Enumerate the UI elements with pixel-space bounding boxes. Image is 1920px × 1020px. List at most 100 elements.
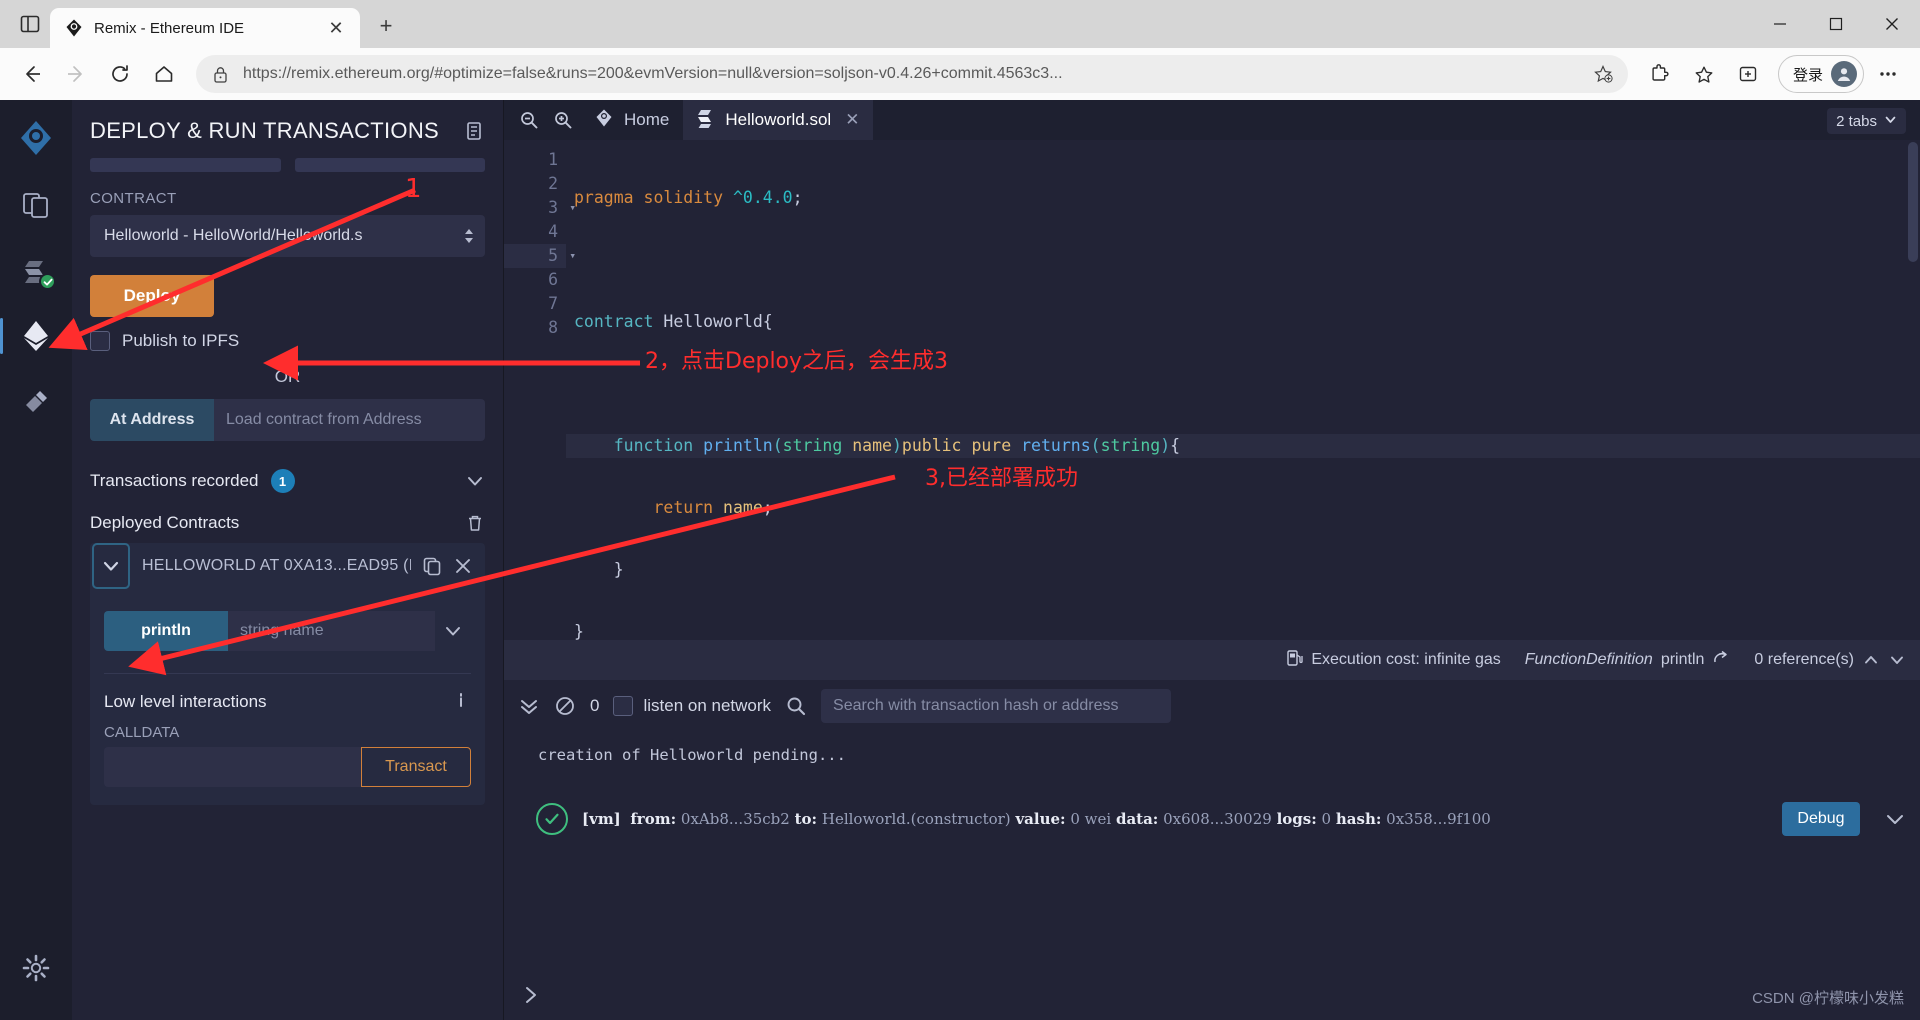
listen-on-network-checkbox[interactable] <box>613 696 634 716</box>
tx-val-logs: 0 <box>1321 810 1332 828</box>
save-to-collections-icon[interactable] <box>1586 57 1620 91</box>
copy-icon[interactable] <box>421 555 443 577</box>
editor-scrollbar[interactable] <box>1906 140 1920 640</box>
line-number: 3 ▾ <box>504 196 576 220</box>
calldata-label: CALLDATA <box>104 724 180 741</box>
code-content[interactable]: pragma solidity ^0.4.0; contract Hellowo… <box>566 140 1920 640</box>
deployed-contracts-header: Deployed Contracts <box>90 507 485 543</box>
function-arg-input[interactable]: string name <box>228 611 435 651</box>
transact-button[interactable]: Transact <box>361 747 471 787</box>
transactions-recorded-label: Transactions recorded <box>90 471 259 490</box>
code-editor[interactable]: 1 2 3 ▾ 4 5 ▾ 6 7 8 pragma solidity ^0.4.0… <box>504 140 1920 640</box>
editor-tab-label: Home <box>624 110 670 129</box>
zoom-out-icon[interactable] <box>512 103 546 137</box>
signin-button[interactable]: 登录 <box>1777 55 1864 93</box>
terminal-search-input[interactable]: Search with transaction hash or address <box>821 689 1172 723</box>
chevron-down-icon[interactable] <box>435 611 471 651</box>
goto-icon[interactable] <box>1712 649 1730 672</box>
definition-kind: FunctionDefinition <box>1524 651 1653 668</box>
editor-tab-bar: Home Helloworld.sol ✕ 2 tabs <box>504 100 1920 140</box>
top-fields-row <box>90 158 485 172</box>
editor-tab-helloworld[interactable]: Helloworld.sol ✕ <box>683 100 874 140</box>
terminal-pending-message: creation of Helloworld pending... <box>538 746 846 764</box>
contract-select-value: Helloworld - HelloWorld/Helloworld.s <box>104 227 363 244</box>
debug-button[interactable]: Debug <box>1782 802 1860 836</box>
search-icon[interactable] <box>785 695 807 717</box>
close-icon[interactable]: ✕ <box>845 110 859 130</box>
tx-key-hash: hash: <box>1335 810 1382 828</box>
fold-icon[interactable]: ▾ <box>569 196 576 220</box>
stepper-icon[interactable] <box>463 227 475 245</box>
references-text: 0 reference(s) <box>1754 651 1854 668</box>
back-arrow-icon[interactable] <box>12 54 52 94</box>
editor-tab-home[interactable]: Home <box>580 100 683 140</box>
execution-cost-item: Execution cost: infinite gas <box>1286 648 1501 672</box>
zoom-in-icon[interactable] <box>546 103 580 137</box>
line-number: 7 <box>548 294 558 313</box>
terminal-panel: 0 listen on network Search with transact… <box>504 680 1920 1020</box>
file-explorer-icon[interactable] <box>8 176 64 232</box>
deployed-contract-row[interactable]: HELLOWORLD AT 0XA13...EAD95 (I <box>90 543 485 589</box>
solidity-compiler-icon[interactable] <box>8 242 64 298</box>
close-window-button[interactable] <box>1864 0 1920 48</box>
listen-on-network-row[interactable]: listen on network <box>613 696 771 716</box>
double-chevron-down-icon[interactable] <box>518 695 540 717</box>
more-options-icon[interactable] <box>1868 54 1908 94</box>
url-text: https://remix.ethereum.org/#optimize=fal… <box>243 65 1063 82</box>
browser-toolbar: https://remix.ethereum.org/#optimize=fal… <box>0 48 1920 100</box>
no-entry-icon[interactable] <box>554 695 576 717</box>
calldata-input[interactable] <box>104 747 361 787</box>
at-address-button[interactable]: At Address <box>90 399 214 441</box>
tx-key-logs: logs: <box>1276 810 1317 828</box>
terminal-transaction-row[interactable]: [vm] from: 0xAb8...35cb2 to: Helloworld.… <box>504 802 1920 836</box>
tx-key-to: to: <box>794 810 818 828</box>
chevron-down-icon[interactable] <box>92 543 130 589</box>
terminal-footer: CSDN @柠檬味小发糕 <box>504 974 1920 1020</box>
tab-list-icon[interactable] <box>10 4 50 44</box>
plugin-manager-icon[interactable] <box>8 374 64 430</box>
home-icon[interactable] <box>144 54 184 94</box>
chevron-right-icon[interactable] <box>520 984 542 1011</box>
tabs-count-dropdown[interactable]: 2 tabs <box>1827 108 1906 134</box>
tx-key-from: from: <box>630 810 677 828</box>
chevron-down-icon[interactable] <box>1884 808 1906 830</box>
function-println-button[interactable]: println <box>104 611 228 651</box>
account-field-placeholder[interactable] <box>294 158 485 172</box>
minimize-button[interactable] <box>1752 0 1808 48</box>
chevron-down-icon[interactable] <box>1888 651 1906 669</box>
deploy-run-icon[interactable] <box>0 308 64 364</box>
collections-icon[interactable] <box>1728 54 1768 94</box>
environment-field-placeholder[interactable] <box>90 158 281 172</box>
maximize-button[interactable] <box>1808 0 1864 48</box>
info-icon[interactable] <box>451 690 471 714</box>
signin-label: 登录 <box>1792 66 1823 84</box>
user-avatar-icon <box>1831 61 1857 87</box>
tx-vm-tag: [vm] <box>582 810 621 828</box>
code-line: return name; <box>653 498 773 517</box>
browser-tab[interactable]: Remix - Ethereum IDE ✕ <box>50 8 360 48</box>
terminal-transaction-text: [vm] from: 0xAb8...35cb2 to: Helloworld.… <box>582 810 1768 828</box>
chevron-up-icon[interactable] <box>1862 651 1880 669</box>
reload-icon[interactable] <box>100 54 140 94</box>
panel-doc-icon[interactable] <box>463 120 485 142</box>
trash-icon[interactable] <box>465 513 485 533</box>
transactions-recorded-row[interactable]: Transactions recorded 1 <box>90 461 485 507</box>
favorites-icon[interactable] <box>1684 54 1724 94</box>
publish-ipfs-checkbox[interactable] <box>90 331 110 351</box>
deploy-button[interactable]: Deploy <box>90 275 214 317</box>
at-address-input[interactable]: Load contract from Address <box>214 399 485 441</box>
new-tab-button[interactable]: + <box>370 10 402 42</box>
contract-select[interactable]: Helloworld - HelloWorld/Helloworld.s <box>90 215 485 257</box>
address-bar[interactable]: https://remix.ethereum.org/#optimize=fal… <box>196 55 1628 93</box>
close-icon[interactable] <box>453 556 473 576</box>
publish-ipfs-row[interactable]: Publish to IPFS <box>90 331 485 351</box>
chevron-down-icon <box>1884 113 1897 130</box>
remix-home-icon[interactable] <box>8 110 64 166</box>
settings-gear-icon[interactable] <box>8 940 64 996</box>
chevron-down-icon[interactable] <box>465 471 485 491</box>
fold-icon[interactable]: ▾ <box>569 244 576 268</box>
extensions-icon[interactable] <box>1640 54 1680 94</box>
close-icon[interactable]: ✕ <box>322 14 350 42</box>
remix-logo-icon <box>594 108 614 133</box>
